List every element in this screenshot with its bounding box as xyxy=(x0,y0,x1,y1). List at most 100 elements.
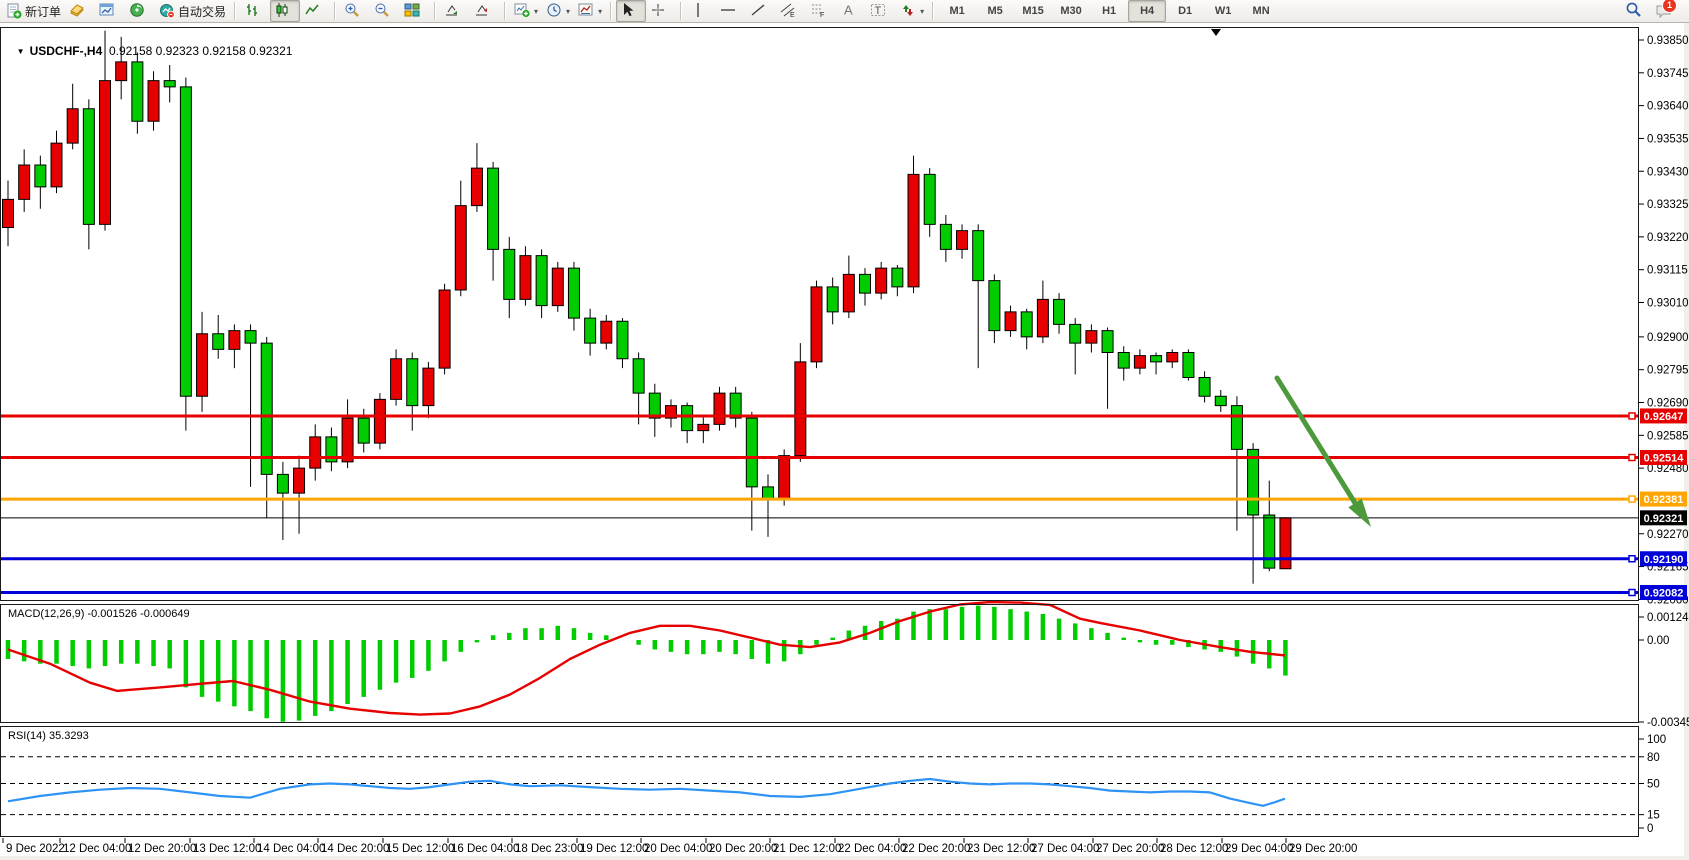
svg-text:27 Dec 20:00: 27 Dec 20:00 xyxy=(1096,843,1164,855)
bar-chart-button[interactable] xyxy=(240,0,270,22)
data-window-button[interactable] xyxy=(95,0,125,22)
line-chart-icon xyxy=(304,2,320,21)
new-chart-button[interactable]: ▾ xyxy=(510,0,542,22)
auto-scroll-button[interactable] xyxy=(440,0,470,22)
templates-button[interactable]: ▾ xyxy=(574,0,606,22)
timeframe-button-m30[interactable]: M30 xyxy=(1052,0,1090,22)
new-chart-icon xyxy=(514,2,530,21)
trendline-icon xyxy=(750,2,766,21)
candle[interactable] xyxy=(908,156,919,294)
price-badge-0.92190: 0.92190 xyxy=(1640,551,1687,566)
notification-count-badge: 1 xyxy=(1662,0,1677,13)
hline-handle[interactable] xyxy=(1629,556,1635,562)
toolbar-separator xyxy=(504,2,506,20)
vertical-line-tool-button[interactable] xyxy=(686,0,716,22)
text-tool-button[interactable]: A xyxy=(836,0,866,22)
chart-ohlc-values: 0.92158 0.92323 0.92158 0.92321 xyxy=(109,44,293,58)
svg-text:0.92795: 0.92795 xyxy=(1647,365,1689,377)
svg-text:27 Dec 04:00: 27 Dec 04:00 xyxy=(1031,843,1099,855)
candle[interactable] xyxy=(714,387,725,431)
hline-handle[interactable] xyxy=(1629,455,1635,461)
tile-windows-icon xyxy=(404,2,420,21)
price-badge-0.92514: 0.92514 xyxy=(1640,450,1687,465)
zoom-out-button[interactable] xyxy=(370,0,400,22)
candle[interactable] xyxy=(132,53,143,134)
chart-canvas[interactable]: 0.938500.937450.936400.935350.934300.933… xyxy=(0,0,1689,860)
vertical-line-icon xyxy=(690,2,706,21)
chevron-down-icon: ▾ xyxy=(534,7,538,16)
chevron-down-icon: ▾ xyxy=(566,7,570,16)
svg-text:18 Dec 23:00: 18 Dec 23:00 xyxy=(515,843,583,855)
auto-trading-button[interactable]: 自动交易 xyxy=(155,0,230,22)
svg-text:0.93010: 0.93010 xyxy=(1647,298,1689,310)
candle[interactable] xyxy=(439,284,450,375)
candlestick-chart-button[interactable] xyxy=(270,0,300,22)
svg-text:20 Dec 20:00: 20 Dec 20:00 xyxy=(709,843,777,855)
arrows-tool-button[interactable]: ▾ xyxy=(896,0,928,22)
navigator-button[interactable] xyxy=(125,0,155,22)
timeframe-button-d1[interactable]: D1 xyxy=(1166,0,1204,22)
svg-text:0.92321: 0.92321 xyxy=(1644,513,1684,525)
svg-text:12 Dec 04:00: 12 Dec 04:00 xyxy=(63,843,131,855)
chevron-down-icon: ▾ xyxy=(920,7,924,16)
candle[interactable] xyxy=(180,78,191,431)
zoom-in-button[interactable] xyxy=(340,0,370,22)
candle[interactable] xyxy=(811,281,822,369)
timeframe-button-mn[interactable]: MN xyxy=(1242,0,1280,22)
toolbar-separator xyxy=(680,2,682,20)
fibonacci-tool-button[interactable]: F xyxy=(806,0,836,22)
timeframe-button-m1[interactable]: M1 xyxy=(938,0,976,22)
crosshair-icon xyxy=(650,2,666,21)
main-toolbar: 新订单 自动交易 ▾ ▾ ▾ E F A T ▾ M1M5M15M30H1H4D… xyxy=(0,0,1689,23)
chart-shift-button[interactable] xyxy=(470,0,500,22)
candle[interactable] xyxy=(520,246,531,305)
tile-windows-button[interactable] xyxy=(400,0,430,22)
cursor-tool-button[interactable] xyxy=(616,0,646,22)
notifications-button[interactable]: 1 xyxy=(1651,0,1681,22)
svg-text:T: T xyxy=(875,5,882,17)
svg-text:21 Dec 12:00: 21 Dec 12:00 xyxy=(773,843,841,855)
timeframe-button-w1[interactable]: W1 xyxy=(1204,0,1242,22)
timeframe-button-m15[interactable]: M15 xyxy=(1014,0,1052,22)
candle[interactable] xyxy=(374,393,385,449)
chat-bubble-icon: 1 xyxy=(1655,3,1673,20)
svg-text:50: 50 xyxy=(1647,779,1660,791)
svg-text:15: 15 xyxy=(1647,810,1660,822)
horizontal-line-tool-button[interactable] xyxy=(716,0,746,22)
equidistant-channel-tool-button[interactable]: E xyxy=(776,0,806,22)
chart-symbol-period: USDCHF-,H4 xyxy=(30,44,103,58)
market-watch-button[interactable] xyxy=(65,0,95,22)
svg-text:0.00: 0.00 xyxy=(1647,635,1669,647)
text-icon: A xyxy=(840,2,856,21)
crosshair-tool-button[interactable] xyxy=(646,0,676,22)
hline-handle[interactable] xyxy=(1629,590,1635,596)
new-order-button[interactable]: 新订单 xyxy=(2,0,65,22)
bar-chart-icon xyxy=(244,2,260,21)
timeframe-button-h4[interactable]: H4 xyxy=(1128,0,1166,22)
candle[interactable] xyxy=(148,71,159,130)
line-chart-button[interactable] xyxy=(300,0,330,22)
hline-handle[interactable] xyxy=(1629,413,1635,419)
periods-button[interactable]: ▾ xyxy=(542,0,574,22)
timeframe-button-m5[interactable]: M5 xyxy=(976,0,1014,22)
channel-icon: E xyxy=(780,2,796,21)
svg-text:0.92514: 0.92514 xyxy=(1644,453,1685,465)
candle[interactable] xyxy=(552,262,563,312)
svg-text:0: 0 xyxy=(1647,823,1653,835)
text-label-tool-button[interactable]: T xyxy=(866,0,896,22)
svg-text:14 Dec 04:00: 14 Dec 04:00 xyxy=(257,843,325,855)
navigator-icon xyxy=(129,2,145,21)
svg-text:15 Dec 12:00: 15 Dec 12:00 xyxy=(386,843,454,855)
hline-handle[interactable] xyxy=(1629,496,1635,502)
candle[interactable] xyxy=(1280,517,1291,569)
candlestick-chart-icon xyxy=(274,2,290,21)
svg-text:0.92270: 0.92270 xyxy=(1647,529,1689,541)
search-button[interactable] xyxy=(1621,0,1651,22)
candle[interactable] xyxy=(1183,349,1194,380)
trendline-tool-button[interactable] xyxy=(746,0,776,22)
timeframe-button-h1[interactable]: H1 xyxy=(1090,0,1128,22)
symbol-dropdown-icon[interactable]: ▼ xyxy=(17,47,25,56)
zoom-in-icon xyxy=(344,2,360,21)
new-order-icon xyxy=(6,3,22,19)
mt4-window: { "toolbar": { "new_order_label": "新订单",… xyxy=(0,0,1689,860)
